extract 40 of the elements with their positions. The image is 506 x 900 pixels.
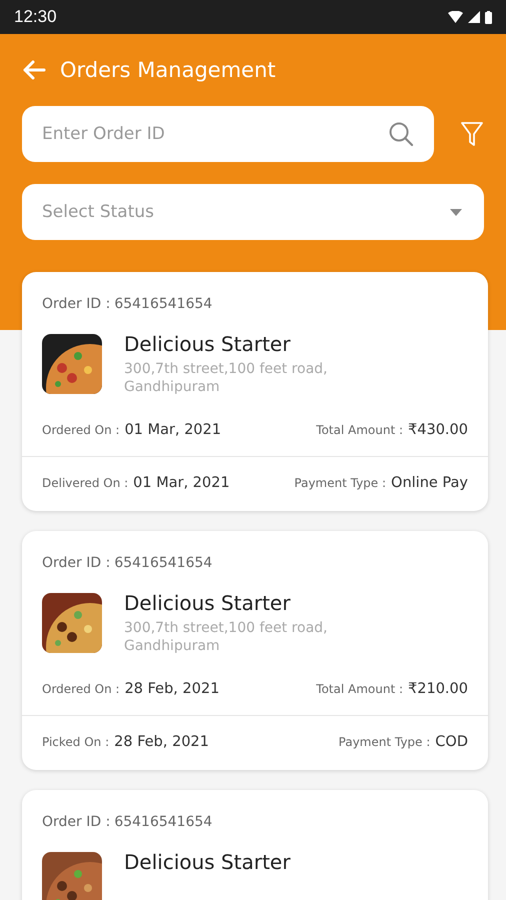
detail-value: 01 Mar, 2021 [133, 475, 230, 491]
filter-icon[interactable] [460, 121, 484, 147]
order-card[interactable]: Order ID : 65416541654 Delicious Starter [22, 790, 488, 900]
detail-label: Delivered On : [42, 476, 128, 490]
detail-value: ₹210.00 [408, 681, 468, 697]
search-icon[interactable] [388, 121, 414, 147]
restaurant-name: Delicious Starter [124, 591, 292, 615]
detail-label: Payment Type : [338, 735, 430, 749]
wifi-icon [448, 11, 463, 23]
order-card[interactable]: Order ID : 65416541654 Delicious Starter 300,7th street,100 feet road, Gandhipuram Ordered On : 28 Feb, 2021 Total Amount : ₹210.00 Picked On : 28 Feb, 2021 Payment Type : COD [22, 531, 488, 770]
detail-value: ₹430.00 [408, 422, 468, 438]
order-card[interactable]: Order ID : 65416541654 Delicious Starter 300,7th street,100 feet road, Gandhipuram Ordered On : 01 Mar, 2021 Total Amount : ₹430.00 Delivered On : 01 Mar, 2021 Payment Type : Online Pay [22, 272, 488, 511]
restaurant-address: 300,7th street,100 feet road, Gandhipuram [124, 619, 328, 655]
order-id-label: Order ID : [42, 555, 110, 571]
detail-label: Total Amount : [316, 423, 404, 437]
order-id: 65416541654 [114, 296, 212, 312]
detail-label: Payment Type : [294, 476, 386, 490]
battery-icon [485, 10, 492, 24]
detail-value: 01 Mar, 2021 [124, 422, 222, 438]
page-title: Orders Management [60, 58, 276, 82]
order-id-label: Order ID : [42, 814, 110, 830]
detail-label: Total Amount : [316, 682, 404, 696]
detail-value: COD [435, 734, 468, 750]
search-field[interactable]: Enter Order ID [22, 106, 434, 162]
detail-label: Picked On : [42, 735, 110, 749]
status-time: 12:30 [14, 7, 57, 27]
restaurant-address: 300,7th street,100 feet road, Gandhipuram [124, 360, 328, 396]
detail-label: Ordered On : [42, 682, 120, 696]
order-id-label: Order ID : [42, 296, 110, 312]
order-id: 65416541654 [114, 814, 212, 830]
detail-value: Online Pay [391, 475, 468, 491]
restaurant-name: Delicious Starter [124, 332, 292, 356]
restaurant-name: Delicious Starter [124, 850, 290, 874]
back-arrow-icon[interactable] [22, 60, 46, 80]
detail-label: Ordered On : [42, 423, 120, 437]
detail-value: 28 Feb, 2021 [124, 681, 220, 697]
detail-value: 28 Feb, 2021 [114, 734, 210, 750]
order-id: 65416541654 [114, 555, 212, 571]
caret-icon [450, 208, 462, 216]
signal-icon [468, 11, 480, 23]
